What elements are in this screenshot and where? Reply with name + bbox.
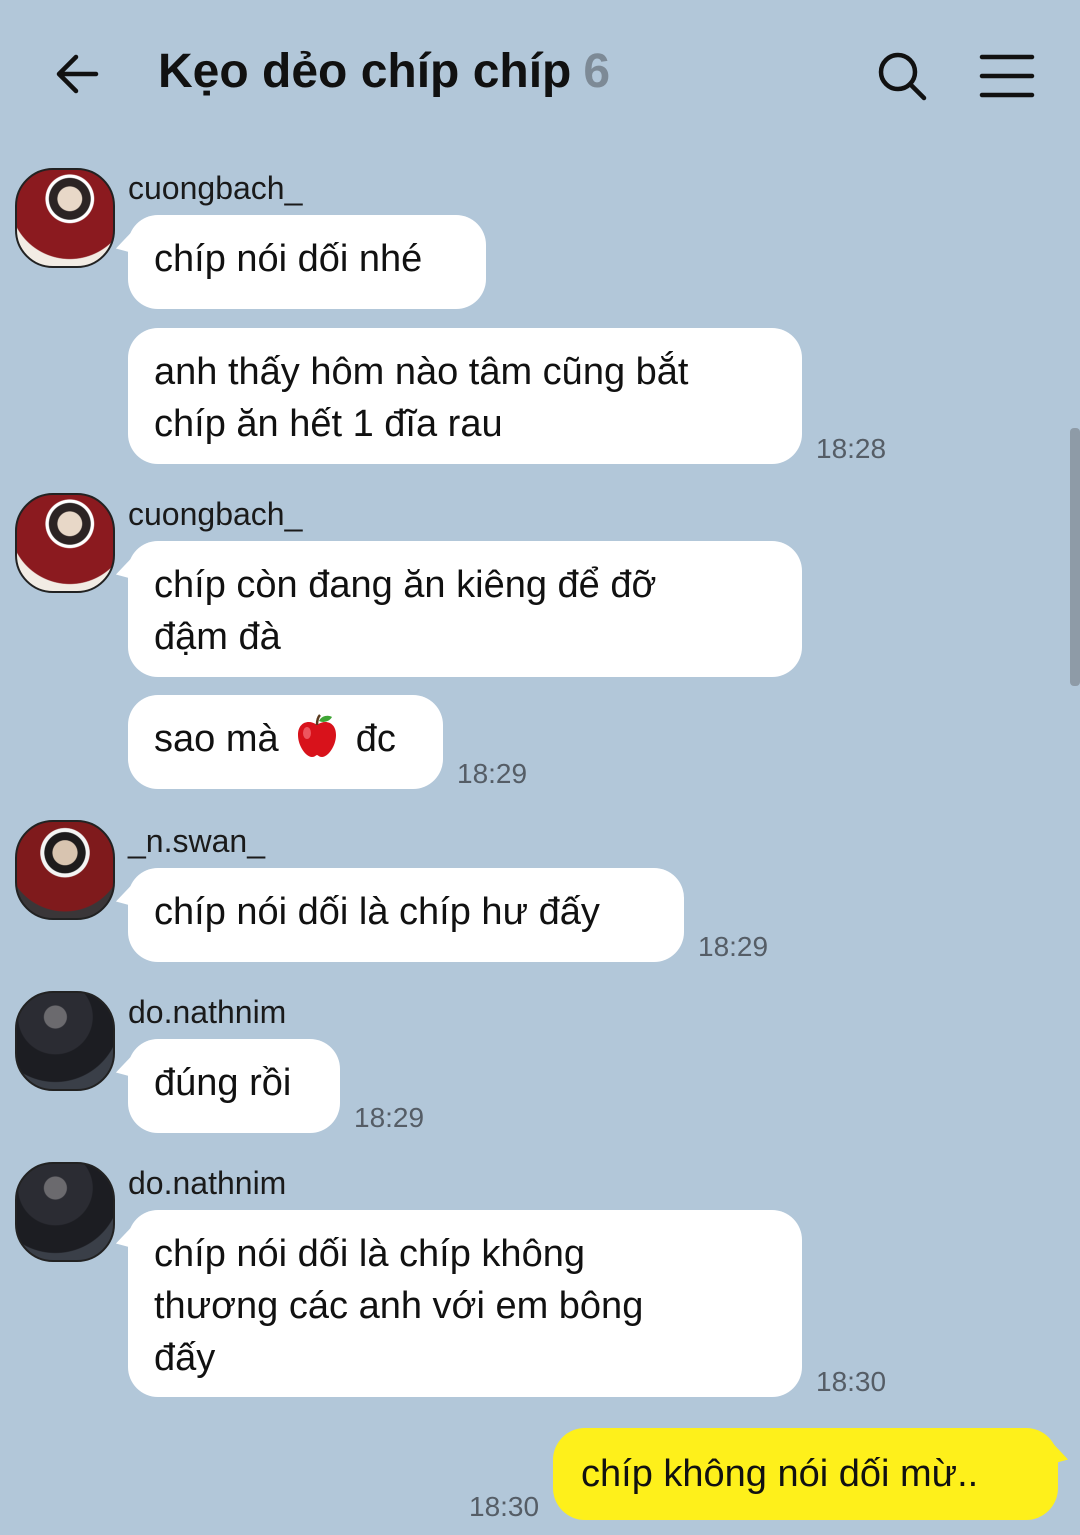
message-text: chíp nói dối là chíp không xyxy=(154,1233,585,1275)
message-time: 18:30 xyxy=(816,1366,887,1397)
message-time: 18:29 xyxy=(354,1102,425,1133)
sender-name: do.nathnim xyxy=(128,1165,287,1201)
avatar[interactable] xyxy=(15,991,115,1091)
avatar[interactable] xyxy=(15,493,115,593)
avatar[interactable] xyxy=(15,820,115,920)
chat-name: Kẹo dẻo chíp chíp xyxy=(158,45,572,98)
sender-name: cuongbach_ xyxy=(128,170,303,206)
message-text: chíp nói dối nhé xyxy=(154,238,423,280)
message-bubble[interactable]: chíp nói dối là chíp không thương các an… xyxy=(128,1210,802,1397)
member-count: 6 xyxy=(583,45,611,98)
message-time: 18:28 xyxy=(816,433,887,464)
message-text: chíp còn đang ăn kiêng để đỡ xyxy=(154,564,657,606)
chat-title: Kẹo dẻo chíp chíp 6 xyxy=(158,44,610,99)
message-bubble[interactable]: chíp nói dối là chíp hư đấy xyxy=(128,868,684,962)
message-text: đúng rồi xyxy=(154,1062,292,1104)
message-bubble[interactable]: sao mà đc xyxy=(128,695,443,789)
menu-button[interactable] xyxy=(976,46,1038,106)
message-text: thương các anh với em bông xyxy=(154,1285,644,1327)
search-button[interactable] xyxy=(872,46,932,106)
message-text: chíp ăn hết 1 đĩa rau xyxy=(154,403,503,445)
message-text: đc xyxy=(355,718,396,760)
sender-name: _n.swan_ xyxy=(128,823,265,859)
message-text: đậm đà xyxy=(154,616,281,658)
message-time: 18:30 xyxy=(469,1491,540,1522)
chat-header: Kẹo dẻo chíp chíp 6 xyxy=(0,0,1080,150)
avatar[interactable] xyxy=(15,168,115,268)
message-text: chíp nói dối là chíp hư đấy xyxy=(154,891,600,933)
sender-name: do.nathnim xyxy=(128,994,287,1030)
message-bubble[interactable]: đúng rồi xyxy=(128,1039,340,1133)
message-time: 18:29 xyxy=(457,758,528,789)
message-text: sao mà xyxy=(154,718,279,760)
message-time: 18:29 xyxy=(698,931,769,962)
hamburger-menu-icon xyxy=(979,54,1035,98)
message-text: anh thấy hôm nào tâm cũng bắt xyxy=(154,351,689,393)
message-text: đấy xyxy=(154,1337,216,1379)
arrow-left-icon xyxy=(56,54,99,94)
sender-name: cuongbach_ xyxy=(128,496,303,532)
message-bubble[interactable]: chíp nói dối nhé xyxy=(128,215,486,309)
back-button[interactable] xyxy=(48,44,108,104)
my-message-bubble[interactable]: chíp không nói dối mừ.. xyxy=(553,1428,1058,1520)
scrollbar[interactable] xyxy=(1070,428,1080,686)
red-apple-emoji xyxy=(298,714,337,757)
search-icon xyxy=(878,52,927,101)
message-text: chíp không nói dối mừ.. xyxy=(581,1453,979,1495)
message-bubble[interactable]: chíp còn đang ăn kiêng để đỡ đậm đà xyxy=(128,541,802,677)
avatar[interactable] xyxy=(15,1162,115,1262)
message-bubble[interactable]: anh thấy hôm nào tâm cũng bắt chíp ăn hế… xyxy=(128,328,802,464)
